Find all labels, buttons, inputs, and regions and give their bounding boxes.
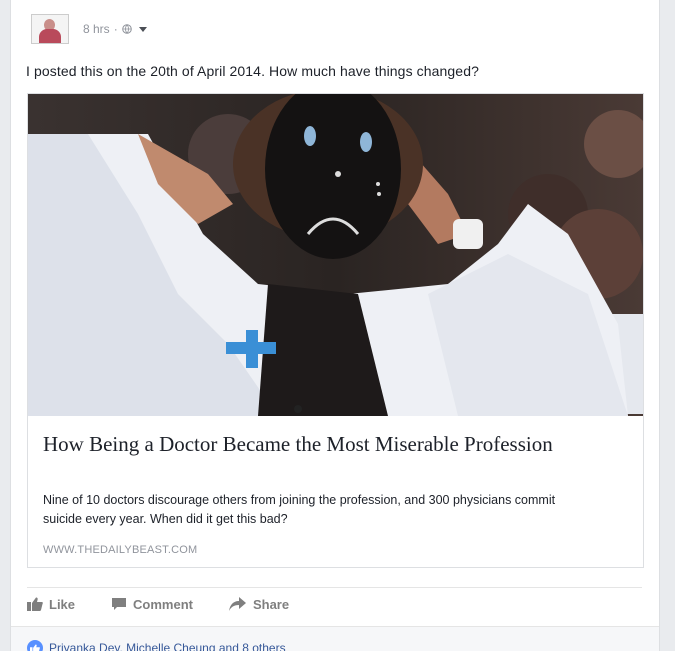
action-divider bbox=[27, 587, 642, 588]
like-reaction-icon bbox=[27, 640, 43, 651]
post-header: 8 hrs · bbox=[31, 14, 147, 44]
action-bar: Like Comment Share bbox=[27, 592, 325, 616]
timestamp[interactable]: 8 hrs bbox=[83, 22, 110, 36]
reactions-text[interactable]: Priyanka Dey, Michelle Cheung and 8 othe… bbox=[49, 641, 286, 651]
link-preview[interactable]: How Being a Doctor Became the Most Miser… bbox=[27, 93, 644, 568]
avatar[interactable] bbox=[31, 14, 69, 44]
link-description: Nine of 10 doctors discourage others fro… bbox=[43, 493, 556, 526]
comment-label: Comment bbox=[133, 596, 193, 612]
share-label: Share bbox=[252, 596, 290, 612]
privacy-caret-icon[interactable] bbox=[138, 26, 147, 32]
post-meta: 8 hrs · bbox=[83, 22, 147, 36]
like-label: Like bbox=[49, 596, 76, 612]
globe-icon[interactable] bbox=[121, 24, 132, 34]
comment-button[interactable]: Comment bbox=[111, 597, 193, 612]
link-domain: WWW.THEDAILYBEAST.COM bbox=[43, 544, 198, 556]
thumbs-up-icon bbox=[27, 597, 43, 611]
like-button[interactable]: Like bbox=[27, 597, 75, 612]
comment-icon bbox=[112, 598, 127, 610]
protest-photo bbox=[28, 94, 643, 416]
share-arrow-icon bbox=[228, 597, 246, 611]
link-preview-image[interactable] bbox=[28, 94, 643, 416]
reactions-summary[interactable]: Priyanka Dey, Michelle Cheung and 8 othe… bbox=[27, 640, 286, 651]
post-card: 8 hrs · I posted this on the 20th of Apr… bbox=[10, 0, 660, 651]
meta-separator: · bbox=[113, 22, 118, 36]
share-button[interactable]: Share bbox=[228, 596, 290, 612]
link-title[interactable]: How Being a Doctor Became the Most Miser… bbox=[43, 430, 603, 458]
status-text: I posted this on the 20th of April 2014.… bbox=[26, 63, 479, 79]
